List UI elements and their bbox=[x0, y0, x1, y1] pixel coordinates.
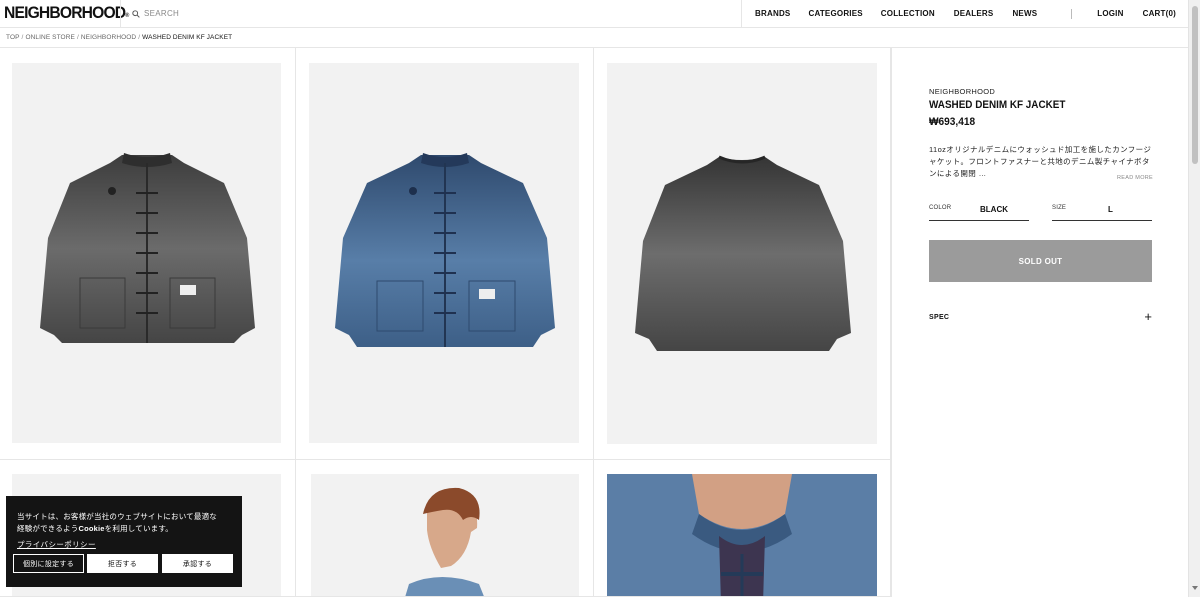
product-title: WASHED DENIM KF JACKET bbox=[929, 99, 1066, 111]
cookie-message: 当サイトは、お客様が当社のウェブサイトにおいて最適な 経験ができるようCooki… bbox=[17, 511, 232, 534]
search-input[interactable] bbox=[144, 9, 444, 18]
cookie-decline-button[interactable]: 拒否する bbox=[87, 554, 158, 573]
search-icon bbox=[132, 9, 140, 18]
scrollbar-thumb[interactable] bbox=[1192, 6, 1198, 164]
size-value: L bbox=[1108, 205, 1113, 214]
nav-separator bbox=[1071, 8, 1073, 19]
nav-dealers[interactable]: DEALERS bbox=[954, 9, 994, 18]
main-nav: BRANDS CATEGORIES COLLECTION DEALERS NEW… bbox=[741, 0, 1176, 27]
breadcrumb-separator: / bbox=[21, 34, 24, 41]
spec-accordion[interactable]: SPEC + bbox=[929, 309, 1152, 326]
spec-label: SPEC bbox=[929, 314, 950, 321]
site-header: NEIGHBORHOOD® BRANDS CATEGORIES COLLECTI… bbox=[0, 0, 1188, 28]
nav-divider bbox=[741, 0, 743, 27]
image-cell-collar-detail[interactable] bbox=[594, 460, 891, 597]
model-side-image bbox=[405, 487, 484, 596]
jacket-black-back-image bbox=[635, 155, 851, 351]
nav-categories[interactable]: CATEGORIES bbox=[808, 9, 862, 18]
nav-login[interactable]: LOGIN bbox=[1097, 9, 1123, 18]
cookie-message-line1: 当サイトは、お客様が当社のウェブサイトにおいて最適な bbox=[17, 512, 217, 521]
image-cell-black-back[interactable] bbox=[594, 48, 891, 460]
cookie-accept-button[interactable]: 承認する bbox=[162, 554, 233, 573]
privacy-policy-link[interactable]: プライバシーポリシー bbox=[17, 539, 96, 550]
cookie-settings-button[interactable]: 個別に設定する bbox=[13, 554, 84, 573]
product-price: ₩693,418 bbox=[929, 116, 976, 128]
cookie-message-cookie-word: Cookie bbox=[78, 523, 105, 533]
cookie-message-line2-post: を利用しています。 bbox=[104, 523, 173, 533]
breadcrumb-separator: / bbox=[76, 34, 79, 41]
breadcrumb: TOP / ONLINE STORE / NEIGHBORHOOD / WASHED DEN… bbox=[6, 34, 232, 41]
logo-text: NEIGHBORHOOD bbox=[4, 3, 126, 22]
product-image-black-front[interactable] bbox=[12, 63, 281, 443]
breadcrumb-online-store[interactable]: ONLINE STORE bbox=[25, 34, 74, 41]
product-image-indigo-front[interactable] bbox=[309, 63, 579, 443]
breadcrumb-brand[interactable]: NEIGHBORHOOD bbox=[81, 34, 136, 41]
read-more-link[interactable]: READ MORE bbox=[1117, 175, 1153, 181]
plus-icon[interactable]: + bbox=[1144, 309, 1152, 324]
jacket-indigo-front-image bbox=[335, 153, 555, 347]
breadcrumb-separator: / bbox=[138, 34, 141, 41]
collar-detail-image bbox=[607, 474, 877, 596]
breadcrumb-current: WASHED DENIM KF JACKET bbox=[142, 34, 233, 41]
image-cell-model-side[interactable] bbox=[296, 460, 594, 597]
nav-collection[interactable]: COLLECTION bbox=[881, 9, 935, 18]
image-cell-indigo-front[interactable] bbox=[296, 48, 594, 460]
scroll-down-arrow-icon[interactable] bbox=[1192, 586, 1198, 590]
cookie-message-line2-pre: 経験ができるよう bbox=[17, 523, 79, 533]
cookie-buttons: 個別に設定する 拒否する 承認する bbox=[13, 554, 233, 573]
color-select[interactable]: COLOR BLACK bbox=[929, 202, 1029, 221]
nav-news[interactable]: NEWS bbox=[1012, 9, 1037, 18]
search-bar[interactable] bbox=[120, 0, 780, 27]
color-value: BLACK bbox=[980, 205, 1008, 214]
product-image-model-side[interactable] bbox=[311, 474, 579, 596]
page-scrollbar[interactable] bbox=[1188, 0, 1200, 597]
image-cell-black-front[interactable] bbox=[0, 48, 296, 460]
product-image-collar-detail[interactable] bbox=[607, 474, 877, 596]
color-label: COLOR bbox=[929, 205, 952, 211]
nav-cart[interactable]: CART(0) bbox=[1143, 9, 1176, 18]
site-logo[interactable]: NEIGHBORHOOD® bbox=[4, 3, 129, 23]
product-info-panel: NEIGHBORHOOD WASHED DENIM KF JACKET ₩693… bbox=[891, 48, 1188, 597]
product-brand[interactable]: NEIGHBORHOOD bbox=[929, 87, 995, 96]
size-label: SIZE bbox=[1052, 205, 1067, 211]
breadcrumb-top[interactable]: TOP bbox=[6, 34, 20, 41]
size-select[interactable]: SIZE L bbox=[1052, 202, 1152, 221]
nav-brands[interactable]: BRANDS bbox=[755, 9, 790, 18]
jacket-black-front-image bbox=[40, 153, 255, 343]
sold-out-button[interactable]: SOLD OUT bbox=[929, 240, 1152, 282]
product-image-black-back[interactable] bbox=[607, 63, 877, 444]
cookie-banner: 当サイトは、お客様が当社のウェブサイトにおいて最適な 経験ができるようCooki… bbox=[6, 496, 242, 587]
